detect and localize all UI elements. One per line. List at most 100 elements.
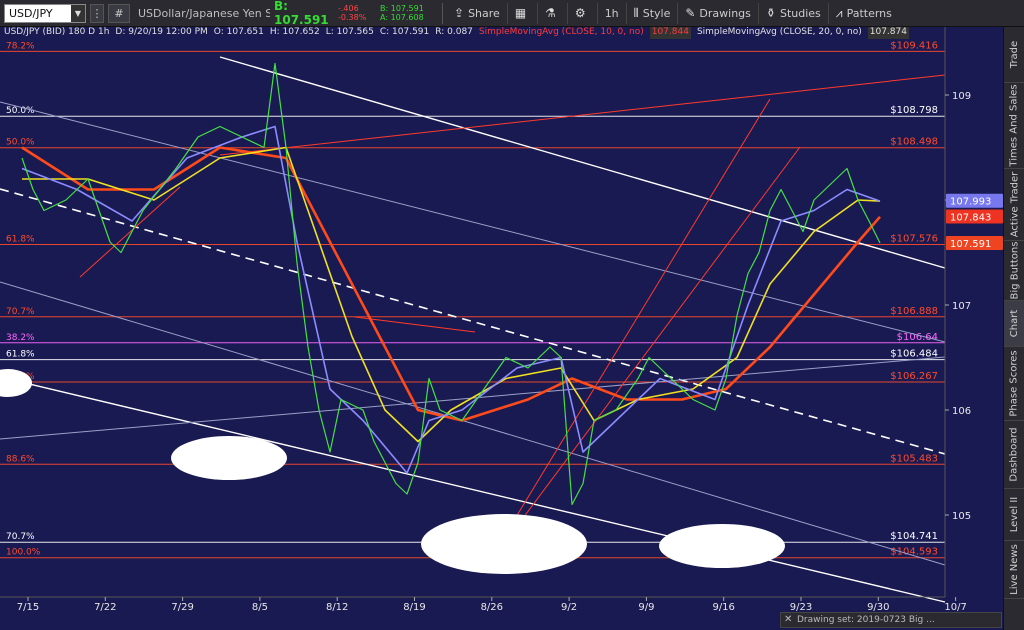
- date-tick-label: 9/16: [712, 602, 734, 613]
- chart-area[interactable]: 78.2% $109.416 50.0% $108.798 50.0% $108.498 6…: [0, 27, 1003, 630]
- sma10-line: [21, 125, 881, 474]
- top-toolbar: USD/JPY ▼ ⋮ # USDollar/Japanese Yen Spot…: [0, 0, 1024, 27]
- ask-price: A: 107.608: [380, 13, 424, 22]
- side-tab-level-ii[interactable]: Level II: [1004, 489, 1024, 541]
- side-tab-trade[interactable]: Trade: [1004, 27, 1024, 83]
- legend-symbol: USD/JPY (BID) 180 D 1h: [4, 27, 110, 37]
- symbol-link-icon[interactable]: #: [108, 3, 130, 23]
- fib-price-label: $107.576: [890, 234, 938, 245]
- price-chart[interactable]: 78.2% $109.41650.0% $108.79850.0% $108.4986…: [0, 27, 1003, 630]
- share-icon: ⇪: [454, 6, 465, 20]
- symbol-input[interactable]: USD/JPY ▼: [4, 3, 86, 23]
- drawings-button[interactable]: ✎ Drawings: [678, 2, 759, 24]
- price-badge-label: 107.843: [950, 212, 991, 223]
- side-tab-times-and-sales[interactable]: Times And Sales: [1004, 83, 1024, 169]
- trend-line[interactable]: [0, 188, 946, 455]
- fib-level-label: 78.2%: [6, 41, 35, 51]
- side-tab-dashboard[interactable]: Dashboard: [1004, 421, 1024, 489]
- last-price: B: 107.591: [274, 0, 329, 27]
- net-change: -.406 -0.38%: [338, 4, 380, 22]
- studies-label: Studies: [779, 6, 821, 20]
- timeframe-selector[interactable]: 1h: [598, 2, 627, 24]
- date-tick-label: 8/19: [403, 602, 425, 613]
- gear-icon: ⚙: [574, 6, 586, 20]
- trend-line[interactable]: [219, 74, 946, 156]
- fib-level-label: 38.2%: [6, 333, 35, 343]
- style-button[interactable]: ⫴ Style: [627, 2, 679, 24]
- flask-button[interactable]: ⚗: [538, 2, 568, 24]
- date-tick-label: 7/15: [17, 602, 39, 613]
- side-tab-label: Trade: [1009, 40, 1021, 69]
- symbol-description: USDollar/Japanese Yen Spot: [138, 6, 270, 20]
- drawing-set-label: Drawing set: 2019-0723 Big ...: [797, 615, 935, 625]
- bid-ask: B: 107.591 A: 107.608: [380, 4, 438, 22]
- legend-sma20-value: 107.874: [867, 27, 909, 39]
- fib-level-label: 61.8%: [6, 235, 35, 245]
- patterns-label: Patterns: [846, 6, 892, 20]
- legend-range: R: 0.087: [435, 27, 473, 37]
- legend-close: C: 107.591: [379, 27, 430, 37]
- bars-icon: ⫴: [633, 5, 639, 20]
- highlight-oval[interactable]: [421, 514, 587, 574]
- legend-date: D: 9/20/19 12:00 PM: [115, 27, 208, 37]
- price-tick-label: 105: [952, 511, 971, 522]
- side-tab-label: Chart: [1009, 309, 1021, 338]
- pencil-icon: ✎: [685, 6, 696, 20]
- side-tab-label: Active Trader: [1009, 171, 1021, 238]
- fib-price-label: $106.64: [897, 332, 938, 343]
- fib-price-label: $106.267: [890, 371, 938, 382]
- side-tab-label: Dashboard: [1009, 427, 1021, 482]
- side-tab-chart[interactable]: Chart: [1004, 301, 1024, 347]
- symbol-options-icon[interactable]: ⋮: [90, 3, 104, 23]
- timeframe-label: 1h: [604, 6, 619, 20]
- trend-line[interactable]: [219, 56, 946, 269]
- side-tab-label: Phase Scores: [1009, 350, 1021, 417]
- grid-button[interactable]: ▦: [508, 2, 539, 24]
- share-button[interactable]: ⇪ Share: [447, 2, 508, 24]
- legend-sma20[interactable]: SimpleMovingAvg (CLOSE, 20, 0, no): [697, 27, 862, 39]
- settings-button[interactable]: ⚙: [568, 2, 598, 24]
- net-change-percent: -0.38%: [338, 13, 367, 22]
- price-badge-label: 107.993: [950, 197, 991, 208]
- style-label: Style: [642, 6, 671, 20]
- drawings-label: Drawings: [699, 6, 751, 20]
- symbol-dropdown-icon[interactable]: ▼: [71, 4, 85, 22]
- legend-high: H: 107.652: [269, 27, 320, 37]
- fib-price-label: $108.498: [890, 137, 938, 148]
- legend-sma10[interactable]: SimpleMovingAvg (CLOSE, 10, 0, no): [479, 27, 644, 39]
- drawing-set-status[interactable]: ✕ Drawing set: 2019-0723 Big ...: [780, 612, 1002, 628]
- side-tab-label: Live News: [1009, 544, 1020, 595]
- legend-sma10-value: 107.844: [649, 27, 691, 39]
- legend-low: L: 107.565: [325, 27, 374, 37]
- beaker-icon: ⚱: [765, 6, 776, 20]
- fib-level-label: 50.0%: [6, 138, 35, 148]
- pattern-icon: ⩘: [835, 5, 843, 20]
- close-icon[interactable]: ✕: [784, 614, 792, 625]
- side-tab-active-trader[interactable]: Active Trader: [1004, 169, 1024, 241]
- date-tick-label: 8/12: [326, 602, 348, 613]
- share-label: Share: [468, 6, 500, 20]
- symbol-text: USD/JPY: [9, 6, 53, 20]
- side-tab-label: Times And Sales: [1009, 84, 1020, 167]
- fib-level-label: 70.7%: [6, 532, 35, 542]
- highlight-oval[interactable]: [171, 436, 287, 480]
- price-tick-label: 107: [952, 301, 971, 312]
- fib-price-label: $105.483: [890, 453, 938, 464]
- side-tab-phase-scores[interactable]: Phase Scores: [1004, 347, 1024, 421]
- side-tab-label: Level II: [1009, 496, 1021, 533]
- grid-icon: ▦: [514, 6, 527, 20]
- date-tick-label: 8/5: [252, 602, 268, 613]
- price-tick-label: 106: [952, 406, 971, 417]
- patterns-button[interactable]: ⩘ Patterns: [829, 3, 899, 24]
- sma-slow-line: [21, 146, 881, 422]
- side-tab-live-news[interactable]: Live News: [1004, 541, 1024, 599]
- fib-price-label: $106.888: [890, 306, 938, 317]
- legend-open: O: 107.651: [213, 27, 264, 37]
- highlight-oval[interactable]: [659, 524, 785, 568]
- fib-level-label: 70.7%: [6, 307, 35, 317]
- side-tab-label: Big Buttons: [1009, 241, 1020, 300]
- date-tick-label: 8/26: [481, 602, 503, 613]
- side-tab-big-buttons[interactable]: Big Buttons: [1004, 241, 1024, 301]
- studies-button[interactable]: ⚱ Studies: [759, 2, 829, 24]
- net-change-value: -.406: [338, 4, 359, 13]
